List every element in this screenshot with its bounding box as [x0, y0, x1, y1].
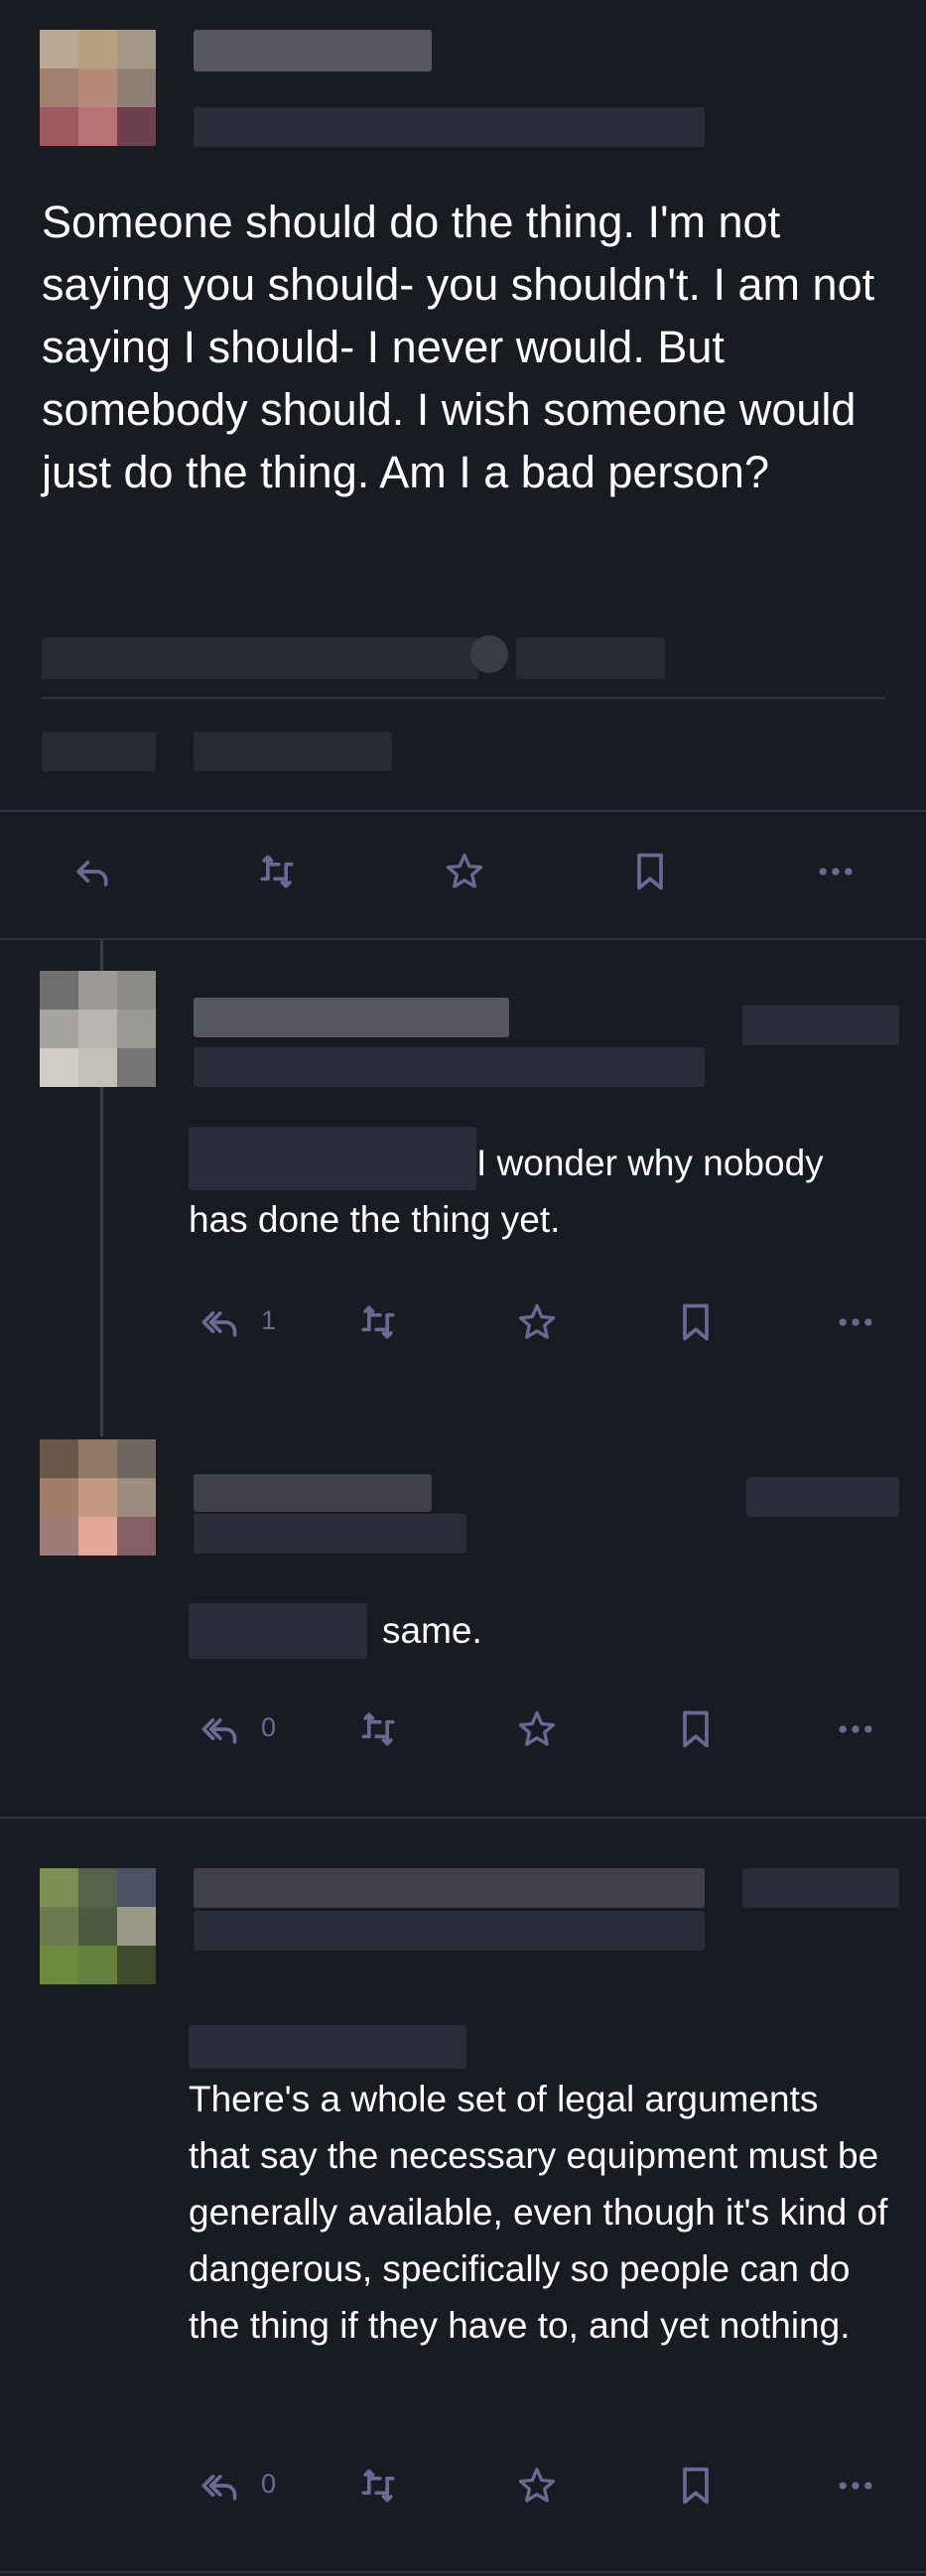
mention[interactable]: [189, 2025, 466, 2069]
boost-icon: [361, 2469, 395, 2503]
post-divider: [0, 810, 926, 812]
account-handle[interactable]: [194, 1911, 705, 1951]
boost-icon: [361, 1305, 395, 1339]
reply-all-button[interactable]: [195, 1298, 242, 1346]
bookmark-icon: [683, 1303, 709, 1341]
bookmark-icon: [683, 2467, 709, 2505]
more-button[interactable]: [832, 1705, 879, 1753]
bottom-divider: [0, 2571, 926, 2573]
reply-count: 1: [261, 1305, 277, 1335]
avatar[interactable]: [40, 30, 156, 146]
reply-all-icon: [201, 2475, 237, 2501]
timestamp[interactable]: [742, 1868, 899, 1908]
avatar[interactable]: [40, 1868, 156, 1984]
post-client: [516, 637, 665, 679]
favourite-button[interactable]: [513, 1705, 561, 1753]
reply-all-button[interactable]: [195, 2462, 242, 2509]
bookmark-icon: [637, 853, 663, 890]
more-button[interactable]: [832, 1298, 879, 1346]
more-icon: [819, 868, 853, 876]
star-icon: [518, 1710, 556, 1746]
favourite-button[interactable]: [513, 2462, 561, 2509]
reply-all-icon: [201, 1311, 237, 1337]
boost-button[interactable]: [253, 848, 301, 895]
favourite-button[interactable]: [513, 1298, 561, 1346]
star-icon: [518, 2467, 556, 2503]
star-icon: [518, 1303, 556, 1339]
main-action-divider: [0, 938, 926, 940]
reply-all-icon: [201, 1718, 237, 1744]
reply-text-content: I wonder why nobody has done the thing y…: [189, 1143, 824, 1240]
reply-count: 0: [261, 2469, 277, 2499]
bookmark-icon: [683, 1710, 709, 1748]
bookmark-button[interactable]: [672, 1705, 720, 1753]
bookmark-button[interactable]: [626, 848, 674, 895]
post-stats-boosts[interactable]: [42, 732, 156, 771]
avatar[interactable]: [40, 971, 156, 1087]
reply-button[interactable]: [67, 848, 115, 895]
more-button[interactable]: [832, 2462, 879, 2509]
timestamp[interactable]: [746, 1477, 899, 1517]
reply-text: same.: [189, 1602, 883, 1659]
more-icon: [839, 2482, 872, 2490]
reply-icon: [76, 861, 108, 886]
display-name[interactable]: [194, 1474, 432, 1512]
post-timestamp[interactable]: [42, 637, 478, 679]
post-text: Someone should do the thing. I'm not say…: [42, 197, 875, 497]
reply-text: I wonder why nobody has done the thing y…: [189, 1135, 883, 1248]
display-name[interactable]: [194, 998, 509, 1037]
more-icon: [839, 1318, 872, 1326]
reply-count: 0: [261, 1712, 277, 1742]
timestamp[interactable]: [742, 1006, 899, 1045]
boost-button[interactable]: [354, 1705, 402, 1753]
boost-icon: [361, 1712, 395, 1746]
boost-button[interactable]: [354, 2462, 402, 2509]
reply-text: There's a whole set of legal arguments t…: [189, 2079, 888, 2346]
display-name[interactable]: [194, 30, 432, 71]
more-button[interactable]: [812, 848, 860, 895]
reply-text-content: same.: [382, 1610, 482, 1651]
account-handle[interactable]: [194, 1047, 705, 1087]
post-stats-favourites[interactable]: [194, 732, 392, 771]
meta-divider: [42, 697, 885, 699]
boost-button[interactable]: [354, 1298, 402, 1346]
bookmark-button[interactable]: [672, 1298, 720, 1346]
display-name[interactable]: [194, 1868, 705, 1908]
bookmark-button[interactable]: [672, 2462, 720, 2509]
boost-icon: [260, 855, 294, 888]
avatar[interactable]: [40, 1439, 156, 1556]
post-visibility: [470, 635, 508, 673]
reply-all-button[interactable]: [195, 1705, 242, 1753]
reply-divider: [0, 1817, 926, 1819]
star-icon: [446, 853, 483, 888]
account-handle[interactable]: [194, 107, 705, 147]
account-handle[interactable]: [194, 1514, 466, 1554]
favourite-button[interactable]: [441, 848, 488, 895]
more-icon: [839, 1725, 872, 1733]
